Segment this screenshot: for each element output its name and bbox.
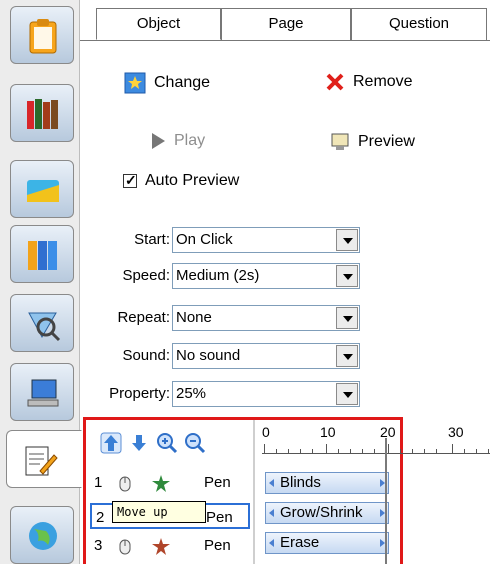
- speed-label: Speed:: [122, 267, 170, 284]
- chevron-down-icon[interactable]: [336, 345, 358, 367]
- sidebar-tab-monitor[interactable]: [10, 363, 74, 421]
- play-label: Play: [174, 132, 206, 149]
- animation-sequence-area: 1 Pen 2 Pen Move up 3 Pen 0 10 20 30 Bli…: [83, 417, 490, 564]
- property-label: Property:: [109, 385, 170, 402]
- auto-preview-label: Auto Preview: [145, 172, 240, 189]
- mouse-click-icon: [119, 476, 131, 492]
- ruler-label: 30: [448, 424, 464, 440]
- remove-button[interactable]: Remove: [325, 72, 413, 92]
- start-select[interactable]: On Click: [172, 227, 360, 253]
- effect-star-icon: [152, 475, 170, 492]
- zoom-in-icon[interactable]: [156, 432, 178, 454]
- properties-panel: Object Page Question Change Remove Play …: [80, 0, 490, 564]
- ruler-label: 10: [320, 424, 336, 440]
- property-select[interactable]: 25%: [172, 381, 360, 407]
- ruler-label: 20: [380, 424, 396, 440]
- sound-field: Sound: No sound: [80, 343, 360, 369]
- auto-preview-checkbox[interactable]: Auto Preview: [123, 172, 239, 190]
- timeline-bar[interactable]: Grow/Shrink: [265, 502, 389, 524]
- preview-icon: [331, 133, 349, 150]
- sidebar-tab-books[interactable]: [10, 84, 74, 142]
- start-field: Start: On Click: [80, 227, 360, 253]
- repeat-select[interactable]: None: [172, 305, 360, 331]
- change-icon: [124, 72, 146, 94]
- chevron-down-icon[interactable]: [336, 265, 358, 287]
- timeline-playhead[interactable]: [385, 438, 387, 564]
- books-icon: [27, 99, 58, 129]
- chevron-down-icon[interactable]: [336, 229, 358, 251]
- change-label: Change: [154, 74, 211, 91]
- zoom-out-icon[interactable]: [184, 432, 206, 454]
- speed-select[interactable]: Medium (2s): [172, 263, 360, 289]
- remove-label: Remove: [353, 73, 413, 90]
- tab-page[interactable]: Page: [221, 8, 351, 40]
- move-up-icon[interactable]: [100, 432, 122, 454]
- edit-document-icon: [25, 446, 58, 476]
- sidebar-tab-clipboard[interactable]: [10, 6, 74, 64]
- clipboard-icon: [29, 19, 57, 54]
- sequence-row[interactable]: 3 Pen: [90, 533, 250, 559]
- binders-icon: [28, 241, 57, 270]
- sidebar-tab-shapes[interactable]: [10, 294, 74, 352]
- chevron-down-icon[interactable]: [336, 307, 358, 329]
- property-field: Property: 25%: [80, 381, 360, 407]
- play-icon: [152, 133, 165, 149]
- tab-question[interactable]: Question: [351, 8, 487, 40]
- timeline-bar[interactable]: Blinds: [265, 472, 389, 494]
- repeat-label: Repeat:: [117, 309, 170, 326]
- tool-sidebar: [0, 0, 82, 564]
- close-icon: [326, 73, 344, 91]
- sequence-row[interactable]: 1 Pen: [90, 470, 250, 496]
- sidebar-tab-edit[interactable]: [6, 430, 82, 488]
- preview-button[interactable]: Preview: [330, 132, 415, 152]
- monitor-icon: [27, 379, 59, 407]
- sound-select[interactable]: No sound: [172, 343, 360, 369]
- chevron-down-icon[interactable]: [336, 383, 358, 405]
- sidebar-tab-card[interactable]: [10, 160, 74, 218]
- sidebar-tab-globe[interactable]: [10, 506, 74, 564]
- move-down-icon[interactable]: [128, 432, 150, 454]
- effect-erase-icon: [152, 538, 170, 555]
- repeat-field: Repeat: None: [80, 305, 360, 331]
- play-button[interactable]: Play: [150, 132, 205, 150]
- card-icon: [27, 180, 59, 202]
- speed-field: Speed: Medium (2s): [80, 263, 360, 289]
- tab-object[interactable]: Object: [96, 8, 221, 40]
- move-up-tooltip: Move up: [112, 501, 206, 523]
- ruler-label: 0: [262, 424, 270, 440]
- magnifier-shape-icon: [28, 312, 61, 342]
- preview-label: Preview: [358, 133, 415, 150]
- sound-label: Sound:: [122, 347, 170, 364]
- sidebar-tab-binders[interactable]: [10, 225, 74, 283]
- timeline-bar[interactable]: Erase: [265, 532, 389, 554]
- change-button[interactable]: Change: [124, 72, 210, 94]
- globe-icon: [29, 522, 57, 550]
- checkbox-checked[interactable]: [123, 172, 137, 189]
- mouse-click-icon: [119, 539, 131, 555]
- timeline-ruler: 0 10 20 30: [262, 424, 490, 454]
- start-label: Start:: [134, 231, 170, 248]
